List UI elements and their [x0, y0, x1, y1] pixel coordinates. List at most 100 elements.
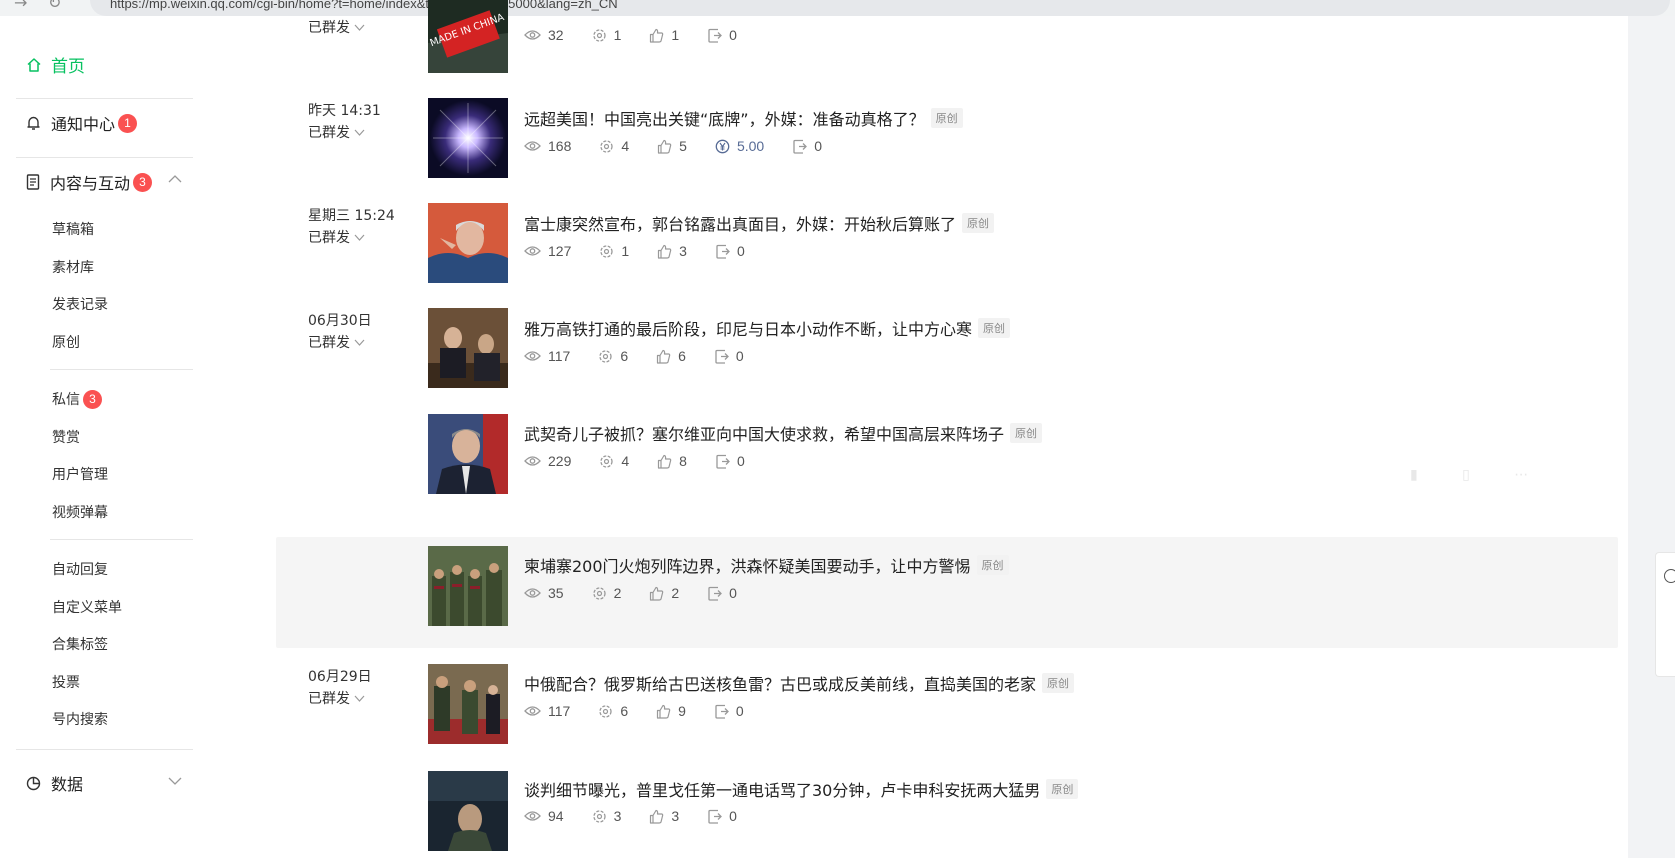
- sidebar-item-auto-reply[interactable]: 自动回复: [52, 559, 108, 579]
- views-stat: 117: [524, 348, 570, 364]
- article-title[interactable]: 武契奇儿子被抓？塞尔维亚向中国大使求救，希望中国高层来阵场子 原创: [524, 421, 1043, 445]
- chevron-down-icon[interactable]: [168, 776, 182, 786]
- sidebar-item-label: 数据: [51, 775, 84, 794]
- sidebar-item-home[interactable]: 首页: [26, 52, 85, 77]
- sidebar-item-drafts[interactable]: 草稿箱: [52, 219, 94, 239]
- sidebar-item-label: 私信: [52, 392, 80, 408]
- article-title[interactable]: 柬埔寨200门火炮列阵边界，洪森怀疑美国要动手，让中方警惕 原创: [524, 553, 1009, 577]
- article-thumbnail[interactable]: [428, 771, 508, 851]
- original-tag: 原创: [962, 213, 995, 233]
- sidebar-item-vote[interactable]: 投票: [52, 672, 80, 692]
- forward-icon: [708, 809, 723, 824]
- forwards-stat: 0: [715, 243, 745, 259]
- divider: [16, 157, 193, 158]
- publish-state[interactable]: 已群发: [308, 332, 365, 352]
- share-gear-icon: [592, 809, 606, 823]
- article-title[interactable]: 雅万高铁打通的最后阶段，印尼与日本小动作不断，让中方心寒 原创: [524, 316, 1011, 340]
- sidebar-item-notifications[interactable]: 通知中心 1: [26, 111, 138, 135]
- forward-icon: [793, 139, 808, 154]
- chevron-down-icon: [354, 129, 365, 136]
- eye-icon: [524, 811, 541, 821]
- publish-state[interactable]: 已群发: [308, 227, 365, 247]
- original-tag: 原创: [1046, 779, 1079, 799]
- shares-stat: 4: [599, 453, 629, 469]
- publish-state[interactable]: 已群发: [308, 17, 365, 37]
- article-stats: 35 2 2 0: [524, 585, 765, 601]
- publish-state[interactable]: 已群发: [308, 688, 365, 708]
- thumbs-up-icon: [650, 28, 664, 43]
- thumbs-up-icon: [658, 454, 672, 469]
- shares-stat: 3: [592, 808, 621, 824]
- forwards-stat: 0: [714, 703, 744, 719]
- sidebar-item-publish-records[interactable]: 发表记录: [52, 294, 108, 314]
- sidebar-item-label: 首页: [51, 57, 85, 77]
- sidebar-item-video-danmaku[interactable]: 视频弹幕: [52, 502, 108, 522]
- share-gear-icon: [600, 139, 614, 153]
- address-bar-url[interactable]: https://mp.weixin.qq.com/cgi-bin/home?t=…: [110, 0, 618, 11]
- thumbs-up-icon: [650, 586, 664, 601]
- article-thumbnail[interactable]: MADE IN CHINA: [428, 0, 508, 73]
- shares-stat: 6: [598, 703, 628, 719]
- shares-stat: 6: [598, 348, 628, 364]
- sidebar-item-materials[interactable]: 素材库: [52, 257, 94, 277]
- likes-stat: 6: [656, 348, 686, 364]
- sidebar-item-account-search[interactable]: 号内搜索: [52, 709, 108, 729]
- divider: [16, 749, 193, 750]
- forwards-stat: 0: [707, 27, 737, 43]
- forward-icon: [716, 244, 730, 259]
- forward-icon: [708, 586, 723, 601]
- sidebar-item-label: 通知中心: [51, 115, 116, 134]
- document-icon: [26, 174, 40, 190]
- divider: [16, 98, 193, 99]
- views-stat: 94: [524, 808, 564, 824]
- help-icon[interactable]: [1664, 569, 1675, 583]
- thumbs-up-icon: [650, 809, 664, 824]
- sidebar-item-user-management[interactable]: 用户管理: [52, 464, 108, 484]
- forwards-stat: 0: [714, 348, 744, 364]
- article-thumbnail[interactable]: [428, 308, 508, 388]
- article-title[interactable]: 远超美国！中国亮出关键“底牌”，外媒：准备动真格了？ 原创: [524, 106, 963, 130]
- forward-icon: [715, 704, 729, 719]
- article-title[interactable]: 谈判细节曝光，普里戈任第一通电话骂了30分钟，卢卡申科安抚两大猛男 原创: [524, 777, 1079, 801]
- views-stat: 127: [524, 243, 571, 259]
- original-tag: 原创: [978, 318, 1011, 338]
- notification-badge: 1: [118, 113, 138, 133]
- eye-icon: [524, 246, 541, 256]
- article-thumbnail[interactable]: [428, 414, 508, 494]
- publish-date: 06月30日: [308, 313, 372, 329]
- sidebar-item-collection-tags[interactable]: 合集标签: [52, 634, 108, 654]
- article-title[interactable]: 富士康突然宣布，郭台铭露出真面目，外媒：开始秋后算账了 原创: [524, 211, 995, 235]
- sidebar-item-custom-menu[interactable]: 自定义菜单: [52, 597, 122, 617]
- article-title[interactable]: 中俄配合？俄罗斯给古巴送核鱼雷？古巴或成反美前线，直捣美国的老家 原创: [524, 671, 1075, 695]
- sidebar-item-messages[interactable]: 私信 3: [52, 389, 102, 409]
- article-thumbnail[interactable]: [428, 664, 508, 744]
- article-thumbnail[interactable]: [428, 546, 508, 626]
- share-gear-icon: [600, 454, 614, 468]
- article-stats: 32 1 1 0: [524, 27, 765, 43]
- eye-icon: [524, 30, 541, 40]
- eye-icon: [524, 588, 541, 598]
- likes-stat: 3: [649, 808, 679, 824]
- likes-stat: 1: [649, 27, 679, 43]
- reload-icon[interactable]: ↻: [48, 0, 61, 12]
- sidebar-item-content[interactable]: 内容与互动 3: [26, 170, 153, 194]
- eye-icon: [524, 706, 541, 716]
- share-gear-icon: [599, 349, 612, 363]
- sidebar-item-original[interactable]: 原创: [52, 332, 80, 352]
- floating-helper-panel[interactable]: [1655, 552, 1675, 677]
- publish-state[interactable]: 已群发: [308, 122, 365, 142]
- shares-stat: 2: [592, 585, 621, 601]
- divider: [50, 539, 193, 540]
- forward-icon: [715, 349, 729, 364]
- chart-pie-icon: [26, 776, 41, 790]
- article-stats: 94 3 3 0: [524, 808, 765, 824]
- sidebar-item-rewards[interactable]: 赞赏: [52, 427, 80, 447]
- publish-date: 星期三 15:24: [308, 208, 395, 224]
- article-thumbnail[interactable]: [428, 203, 508, 283]
- chevron-up-icon[interactable]: [168, 174, 182, 184]
- views-stat: 229: [524, 453, 571, 469]
- article-thumbnail[interactable]: [428, 98, 508, 178]
- forward-icon[interactable]: →: [14, 0, 27, 12]
- sidebar-item-data[interactable]: 数据: [26, 771, 83, 795]
- original-tag: 原创: [976, 555, 1009, 575]
